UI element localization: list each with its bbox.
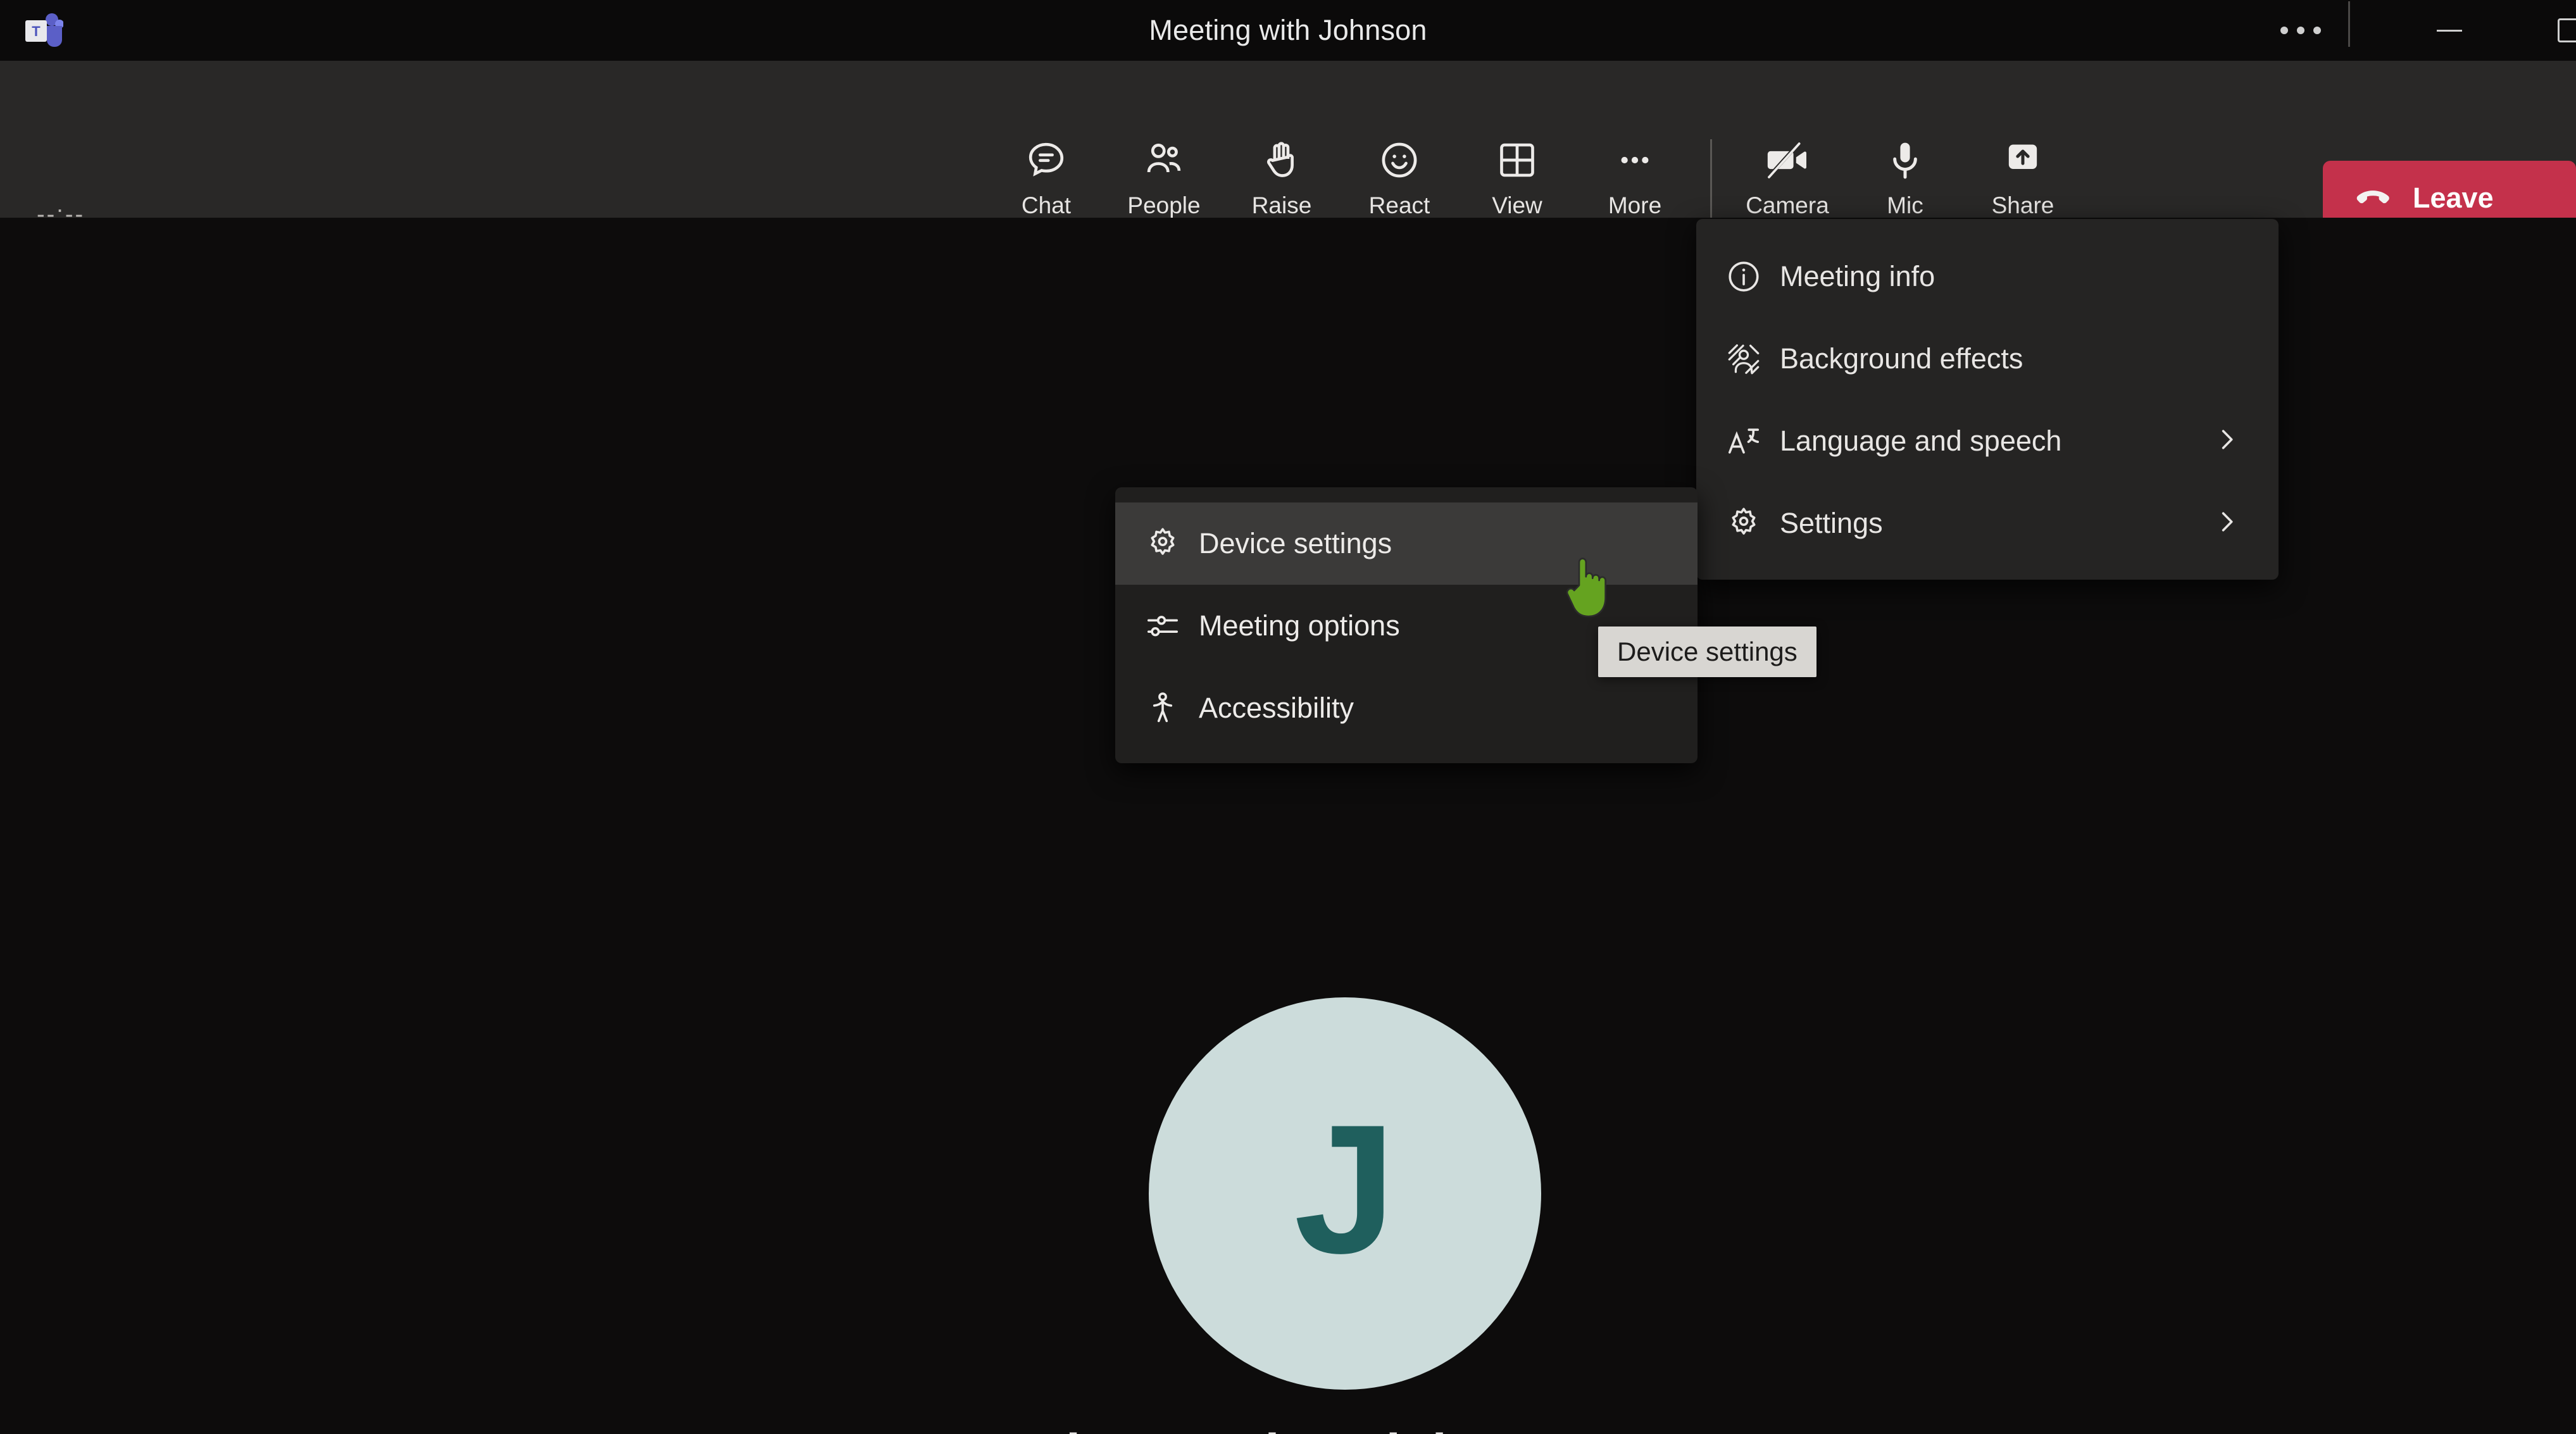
submenu-label-accessibility: Accessibility (1199, 692, 1354, 724)
toolbar-label-mic: Mic (1887, 192, 1923, 218)
react-emoji-icon (1377, 135, 1422, 185)
minimize-button[interactable] (2399, 0, 2500, 61)
sliders-icon (1144, 608, 1199, 644)
toolbar-label-people: People (1127, 192, 1201, 218)
menu-label-settings: Settings (1780, 507, 1883, 539)
mic-icon (1883, 135, 1927, 185)
share-screen-icon (2001, 135, 2045, 185)
hangup-icon (2352, 176, 2394, 221)
toolbar-label-camera: Camera (1746, 192, 1829, 218)
toolbar-button-react[interactable]: React (1341, 135, 1458, 219)
minimize-icon (2437, 29, 2462, 32)
menu-item-settings[interactable]: Settings (1696, 482, 2279, 564)
menu-item-meeting-info[interactable]: Meeting info (1696, 235, 2279, 318)
menu-item-language-and-speech[interactable]: Language and speech (1696, 400, 2279, 482)
info-circle-icon (1725, 258, 1780, 295)
teams-meeting-window: T Meeting with Johnson --:-- Chat People… (0, 0, 2576, 1434)
chevron-right-icon (2211, 507, 2242, 540)
toolbar-label-more: More (1608, 192, 1662, 218)
toolbar-button-view[interactable]: View (1458, 135, 1576, 219)
tooltip-device-settings: Device settings (1598, 627, 1816, 677)
toolbar-label-raise: Raise (1251, 192, 1312, 218)
background-effects-icon (1725, 340, 1780, 377)
raise-hand-icon (1260, 135, 1304, 185)
submenu-label-device-settings: Device settings (1199, 527, 1392, 559)
gear-icon (1144, 525, 1199, 562)
submenu-item-accessibility[interactable]: Accessibility (1115, 667, 1698, 749)
language-icon (1725, 423, 1780, 459)
menu-label-background-effects: Background effects (1780, 342, 2023, 375)
maximize-icon (2558, 18, 2576, 42)
title-bar: T Meeting with Johnson (0, 0, 2576, 61)
toolbar-button-more[interactable]: More (1576, 135, 1694, 240)
maximize-button[interactable] (2519, 0, 2576, 61)
avatar: J (1149, 997, 1541, 1390)
toolbar-actions: Chat People Raise React View More Camera… (987, 135, 2082, 240)
window-more-options-button[interactable] (2250, 0, 2351, 61)
titlebar-divider (2348, 1, 2350, 47)
avatar-initial: J (1294, 1087, 1396, 1292)
window-title: Meeting with Johnson (1149, 14, 1427, 46)
more-dots-icon (1613, 135, 1657, 185)
mouse-cursor-pointing-hand (1561, 552, 1619, 623)
more-menu: Meeting info Background effects Language… (1696, 219, 2279, 580)
toolbar-label-chat: Chat (1021, 192, 1072, 218)
toolbar-label-view: View (1492, 192, 1542, 218)
toolbar-button-chat[interactable]: Chat (987, 135, 1105, 219)
people-icon (1142, 135, 1186, 185)
invite-people-text: Invite people to join you (0, 1423, 2576, 1434)
toolbar-divider (1710, 139, 1712, 227)
accessibility-icon (1144, 690, 1199, 726)
toolbar-label-react: React (1368, 192, 1430, 218)
menu-label-language-and-speech: Language and speech (1780, 425, 2062, 457)
chevron-right-icon (2211, 425, 2242, 458)
submenu-label-meeting-options: Meeting options (1199, 609, 1400, 642)
meeting-toolbar: --:-- Chat People Raise React View More … (0, 61, 2576, 240)
view-grid-icon (1495, 135, 1539, 185)
toolbar-button-raise[interactable]: Raise (1223, 135, 1341, 219)
toolbar-button-people[interactable]: People (1105, 135, 1223, 219)
toolbar-button-share[interactable]: Share (1964, 135, 2082, 219)
toolbar-label-share: Share (1991, 192, 2054, 218)
toolbar-button-camera[interactable]: Camera (1729, 135, 1846, 219)
gear-icon (1725, 505, 1780, 542)
chat-icon (1024, 135, 1068, 185)
settings-submenu: Device settings Meeting options Accessib… (1115, 487, 1698, 763)
menu-item-background-effects[interactable]: Background effects (1696, 318, 2279, 400)
leave-button-label: Leave (2413, 182, 2494, 214)
more-dots-icon (2280, 27, 2321, 34)
toolbar-button-mic[interactable]: Mic (1846, 135, 1964, 219)
menu-label-meeting-info: Meeting info (1780, 260, 1935, 292)
camera-off-icon (1765, 135, 1810, 185)
